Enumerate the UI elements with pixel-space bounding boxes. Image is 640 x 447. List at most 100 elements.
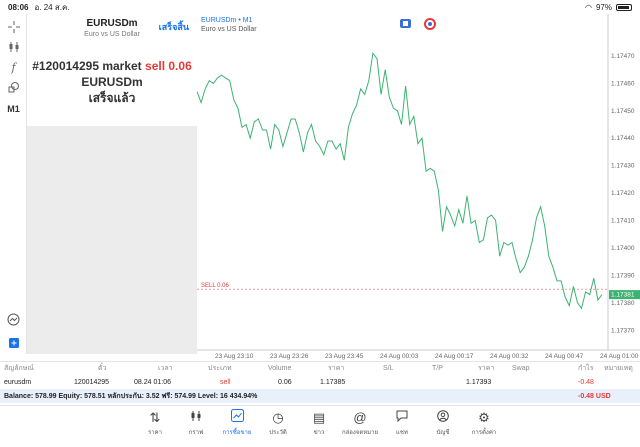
quotes-icon: ⇅ (149, 410, 161, 425)
time-tick-label: 24 Aug 01:00 (600, 353, 639, 360)
tab-settings[interactable]: ⚙ การตั้งค่า (464, 409, 504, 443)
price-tick-label: 1.17400 (611, 245, 635, 252)
tab-label: กราฟ (188, 430, 204, 436)
account-icon (423, 409, 463, 427)
header-ticket: ตั๋ว (98, 365, 107, 372)
position-type: sell (220, 378, 231, 386)
position-current-price: 1.17393 (466, 378, 492, 386)
position-symbol: eurusdm (4, 378, 32, 386)
tab-label: ประวัติ (269, 430, 287, 436)
price-chart[interactable]: EURUSDm • M1 Euro vs US Dollar 1.17470 1.… (196, 14, 640, 361)
tab-label: ข่าว (313, 430, 325, 436)
tab-chat[interactable]: แชท (382, 409, 422, 443)
price-line (196, 51, 603, 310)
battery-percent: 97% (595, 2, 612, 12)
chart-symbol-label: EURUSDm • M1 (201, 17, 253, 24)
time-tick-label: 23 Aug 23:10 (215, 353, 254, 360)
balance-row: Balance: 578.99 Equity: 578.51 หลักประกั… (0, 389, 640, 403)
header-profit: กำไร (578, 365, 594, 372)
tab-label: บัญชี (436, 430, 450, 436)
header-price: ราคา (328, 365, 345, 372)
order-result-panel: EURUSDm Euro vs US Dollar เสร็จสิ้น #120… (27, 14, 197, 354)
settings-icon: ⚙ (478, 410, 490, 425)
time-axis: 23 Aug 23:10 23 Aug 23:26 23 Aug 23:45 24 A… (215, 353, 639, 360)
tab-chart[interactable]: กราฟ (176, 409, 216, 443)
new-order-icon[interactable] (3, 334, 24, 352)
chart-icon (176, 409, 216, 427)
history-icon: ◷ (272, 410, 284, 425)
positions-header: สัญลักษณ์ ตั๋ว เวลา ประเภท Volume ราคา S… (0, 361, 640, 375)
status-date: อ. 24 ส.ค. (34, 2, 70, 12)
time-tick-label: 24 Aug 00:03 (380, 353, 419, 360)
position-profit: -0.48 (578, 378, 594, 386)
trade-icon (217, 409, 257, 427)
total-profit: -0.48 USD (578, 392, 611, 400)
mailbox-icon: @ (353, 410, 367, 425)
tab-label: ราคา (148, 430, 162, 436)
header-symbol: สัญลักษณ์ (4, 365, 34, 372)
time-tick-label: 24 Aug 00:47 (545, 353, 584, 360)
order-message-status: เสร็จแล้ว (88, 91, 136, 105)
current-price-marker: 1.17381 (609, 290, 640, 300)
time-tick-label: 23 Aug 23:26 (270, 353, 309, 360)
price-tick-label: 1.17410 (611, 218, 635, 225)
price-tick-label: 1.17390 (611, 272, 635, 279)
time-tick-label: 24 Aug 00:32 (490, 353, 529, 360)
status-bar: 08:06 อ. 24 ส.ค. ◠ 97% (0, 0, 640, 14)
tab-mailbox[interactable]: @ กล่องจดหมาย (340, 409, 380, 443)
buy-button-icon[interactable] (400, 19, 411, 28)
position-time: 08.24 01:06 (134, 378, 171, 386)
tab-quotes[interactable]: ⇅ ราคา (135, 409, 175, 443)
tab-label: แชท (396, 430, 408, 436)
positions-table: สัญลักษณ์ ตั๋ว เวลา ประเภท Volume ราคา S… (0, 361, 640, 405)
balance-summary: Balance: 578.99 Equity: 578.51 หลักประกั… (4, 392, 258, 400)
order-message-prefix: #120014295 market (32, 59, 142, 73)
price-tick-label: 1.17380 (611, 300, 635, 307)
price-tick-label: 1.17370 (611, 327, 635, 334)
time-tick-label: 24 Aug 00:17 (435, 353, 474, 360)
header-type: ประเภท (208, 365, 232, 372)
trend-icon[interactable] (3, 310, 24, 328)
header-comment: หมายเหตุ (604, 365, 633, 372)
crosshair-icon[interactable] (3, 18, 24, 36)
tab-news[interactable]: ▤ ข่าว (299, 409, 339, 443)
wifi-icon: ◠ (585, 2, 592, 12)
header-volume: Volume (268, 365, 292, 372)
header-sl: S/L (383, 365, 394, 372)
price-tick-label: 1.17450 (611, 108, 635, 115)
chart-type-icon[interactable] (3, 38, 24, 56)
timeframe-button[interactable]: M1 (3, 100, 24, 118)
header-swap: Swap (512, 365, 530, 372)
tab-history[interactable]: ◷ ประวัติ (258, 409, 298, 443)
price-tick-label: 1.17470 (611, 53, 635, 60)
tab-label: การตั้งค่า (471, 430, 497, 436)
position-volume: 0.06 (278, 378, 292, 386)
position-row[interactable]: eurusdm 120014295 08.24 01:06 sell 0.06 … (0, 375, 640, 389)
position-price: 1.17385 (320, 378, 346, 386)
sell-button-icon[interactable] (424, 18, 436, 30)
chart-description: Euro vs US Dollar (201, 26, 257, 33)
sell-position-label: SELL 0.06 (201, 283, 229, 289)
tab-label: กล่องจดหมาย (341, 430, 379, 436)
status-time: 08:06 (8, 2, 29, 12)
order-message: #120014295 market sell 0.06 EURUSDm เสร็… (27, 58, 197, 106)
objects-icon[interactable] (3, 78, 24, 96)
bottom-tab-bar: ⇅ ราคา กราฟ การซื้อขาย ◷ ประวัติ ▤ ข่าว … (0, 405, 640, 447)
news-icon: ▤ (312, 410, 326, 425)
order-result-card: EURUSDm Euro vs US Dollar เสร็จสิ้น #120… (27, 14, 197, 126)
tab-trade[interactable]: การซื้อขาย (217, 409, 257, 443)
price-tick-label: 1.17430 (611, 163, 635, 170)
price-chart-svg[interactable]: EURUSDm • M1 Euro vs US Dollar 1.17470 1.… (196, 14, 640, 361)
position-ticket: 120014295 (74, 378, 110, 386)
price-tick-label: 1.17420 (611, 190, 635, 197)
header-tp: T/P (432, 365, 443, 372)
tab-label: การซื้อขาย (222, 430, 252, 436)
header-time: เวลา (158, 365, 173, 372)
indicators-icon[interactable]: f (3, 58, 24, 76)
done-button[interactable]: เสร็จสิ้น (159, 20, 189, 34)
price-tick-label: 1.17440 (611, 135, 635, 142)
tab-account[interactable]: บัญชี (423, 409, 463, 443)
header-current-price: ราคา (478, 365, 495, 372)
status-right: ◠ 97% (585, 3, 632, 12)
battery-icon (616, 3, 632, 11)
